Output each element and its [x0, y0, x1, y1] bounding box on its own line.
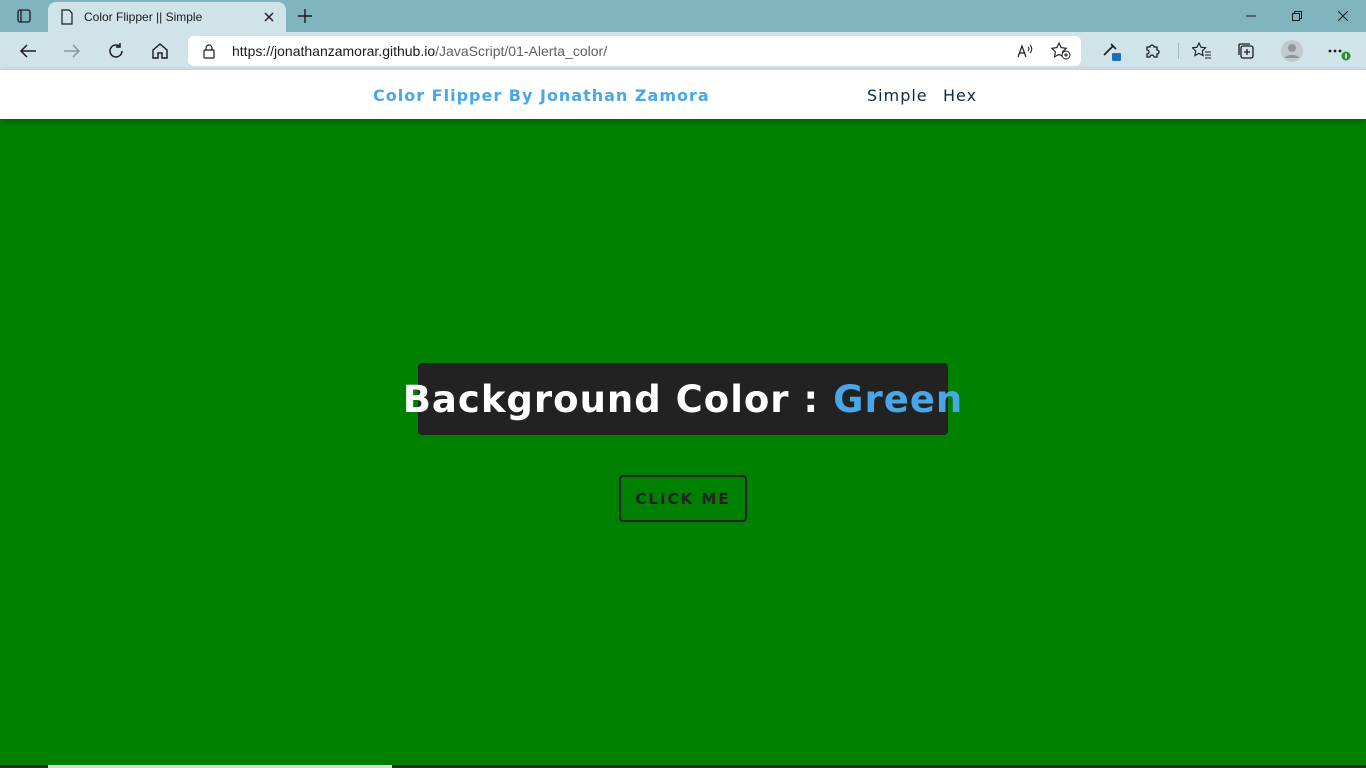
profile-button[interactable] — [1279, 38, 1305, 64]
address-bar[interactable]: https://jonathanzamorar.github.io/JavaSc… — [188, 36, 1081, 66]
home-button[interactable] — [146, 38, 174, 64]
browser-tab-bar: Color Flipper || Simple — [0, 0, 1366, 32]
close-icon — [1338, 11, 1348, 21]
toolbar-divider — [1178, 43, 1179, 59]
browser-toolbar: https://jonathanzamorar.github.io/JavaSc… — [0, 32, 1366, 70]
back-icon — [19, 44, 36, 58]
color-heading: Background Color : Green — [403, 378, 964, 421]
home-icon — [152, 43, 168, 59]
add-favorite-icon — [1051, 42, 1071, 60]
forward-button[interactable] — [58, 38, 86, 64]
url-text[interactable]: https://jonathanzamorar.github.io/JavaSc… — [232, 43, 607, 59]
collections-icon — [1238, 43, 1254, 59]
close-icon — [264, 12, 274, 22]
extensions-icon — [1146, 44, 1160, 58]
refresh-button[interactable] — [102, 38, 130, 64]
tab-actions-icon — [17, 9, 31, 23]
site-brand: Color Flipper By Jonathan Zamora — [373, 86, 710, 105]
restore-button[interactable] — [1274, 0, 1320, 32]
extension-pin-button[interactable] — [1098, 38, 1124, 64]
nav-link-simple[interactable]: Simple — [867, 86, 928, 105]
page-icon — [61, 9, 73, 25]
extensions-button[interactable] — [1140, 38, 1166, 64]
more-button[interactable] — [1326, 38, 1352, 64]
tab-close-button[interactable] — [260, 8, 278, 26]
minimize-icon — [1246, 15, 1256, 17]
minimize-button[interactable] — [1228, 0, 1274, 32]
extension-pin-icon — [1103, 43, 1121, 61]
new-tab-button[interactable] — [294, 5, 316, 27]
site-navbar: Color Flipper By Jonathan Zamora Simple … — [0, 70, 1366, 119]
url-path: /JavaScript/01-Alerta_color/ — [435, 43, 608, 59]
close-window-button[interactable] — [1320, 0, 1366, 32]
back-button[interactable] — [14, 38, 42, 64]
plus-icon — [298, 9, 312, 23]
browser-tab-active[interactable]: Color Flipper || Simple — [48, 2, 286, 32]
click-me-button[interactable]: CLICK ME — [619, 475, 747, 522]
tab-title: Color Flipper || Simple — [84, 10, 203, 24]
more-icon — [1328, 49, 1351, 61]
nav-link-hex[interactable]: Hex — [943, 86, 977, 105]
add-favorite-button[interactable] — [1051, 42, 1071, 60]
read-aloud-icon — [1017, 44, 1033, 58]
tab-actions-button[interactable] — [12, 6, 36, 26]
lock-icon — [203, 44, 215, 59]
window-controls — [1228, 0, 1366, 32]
forward-icon — [64, 44, 81, 58]
url-host: https://jonathanzamorar.github.io — [232, 43, 436, 59]
color-label: Background Color : — [402, 377, 820, 421]
favorites-icon — [1192, 42, 1211, 59]
color-display-card: Background Color : Green — [403, 363, 962, 435]
collections-button[interactable] — [1233, 38, 1259, 64]
color-value: Green — [833, 377, 964, 421]
refresh-icon — [109, 43, 123, 58]
restore-icon — [1292, 11, 1302, 21]
profile-icon — [1281, 40, 1303, 62]
read-aloud-button[interactable] — [1015, 42, 1035, 60]
favorites-button[interactable] — [1189, 38, 1215, 64]
